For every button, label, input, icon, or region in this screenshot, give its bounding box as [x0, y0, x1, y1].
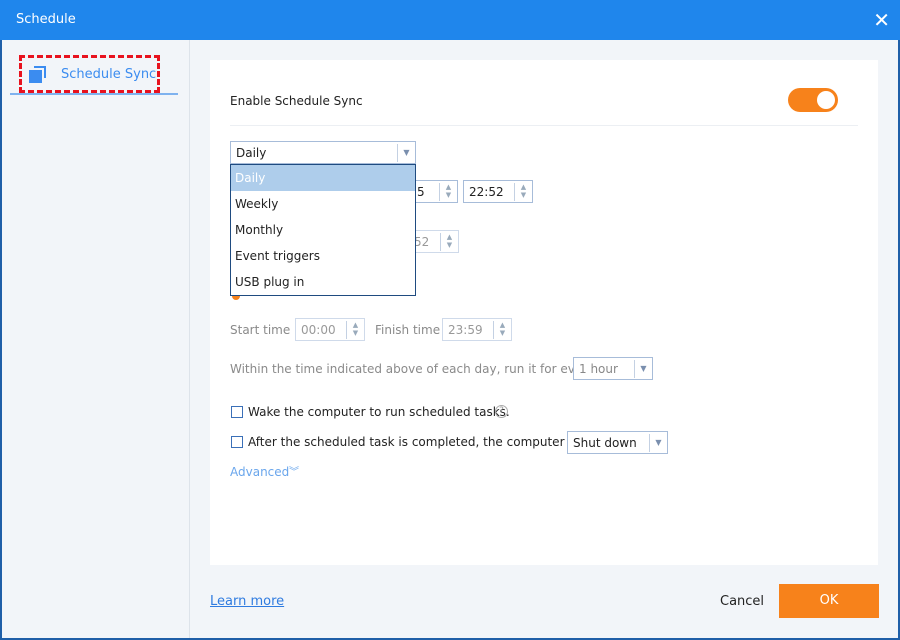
double-chevron-down-icon[interactable]: ︾ [289, 463, 299, 478]
close-icon[interactable]: ✕ [873, 8, 890, 32]
finish-time-field: 23:59 ▲ ▼ [442, 318, 512, 341]
frequency-select[interactable]: Daily ▼ [230, 141, 416, 164]
after-task-label: After the scheduled task is completed, t… [248, 435, 589, 449]
settings-panel [210, 60, 878, 565]
finish-time-label: Finish time [375, 323, 441, 337]
after-task-select[interactable]: Shut down ▼ [567, 431, 668, 454]
start-time-label: Start time [230, 323, 291, 337]
wake-label: Wake the computer to run scheduled tasks… [248, 405, 510, 419]
chevron-down-icon: ▼ [397, 144, 415, 162]
disabled-value: 52 [414, 235, 430, 249]
option-weekly[interactable]: Weekly [231, 191, 415, 217]
cancel-button[interactable]: Cancel [720, 594, 764, 609]
frequency-value: Daily [236, 146, 267, 160]
start-time-field: 00:00 ▲ ▼ [295, 318, 365, 341]
spinner-icon[interactable]: ▲ ▼ [439, 183, 457, 201]
finish-time-value: 23:59 [448, 323, 483, 337]
enable-label: Enable Schedule Sync [230, 94, 363, 108]
spinner-icon: ▲ ▼ [346, 321, 364, 339]
date-value: 5 [417, 185, 425, 199]
option-daily[interactable]: Daily [231, 165, 415, 191]
interval-select[interactable]: 1 hour ▼ [573, 357, 653, 380]
option-event-triggers[interactable]: Event triggers [231, 243, 415, 269]
spinner-icon[interactable]: ▲ ▼ [514, 183, 532, 201]
learn-more-link[interactable]: Learn more [210, 594, 284, 609]
sidebar [0, 40, 190, 640]
advanced-link[interactable]: Advanced [230, 465, 289, 479]
wake-checkbox[interactable] [231, 406, 243, 418]
time-value: 22:52 [469, 185, 504, 199]
help-icon[interactable]: ? [495, 405, 508, 418]
spinner-icon: ▲ ▼ [493, 321, 511, 339]
start-time-value: 00:00 [301, 323, 336, 337]
window-title: Schedule [16, 12, 76, 27]
chevron-down-icon: ▼ [634, 360, 652, 378]
sync-icon [29, 66, 46, 83]
option-monthly[interactable]: Monthly [231, 217, 415, 243]
option-usb-plug-in[interactable]: USB plug in [231, 269, 415, 295]
after-task-value: Shut down [573, 436, 637, 450]
sidebar-item-label: Schedule Sync [61, 67, 157, 82]
interval-value: 1 hour [579, 362, 618, 376]
interval-label: Within the time indicated above of each … [230, 362, 595, 376]
spinner-icon: ▲ ▼ [440, 233, 458, 251]
after-task-checkbox[interactable] [231, 436, 243, 448]
divider [230, 125, 858, 126]
time-field[interactable]: 22:52 ▲ ▼ [463, 180, 533, 203]
frequency-dropdown-list: Daily Weekly Monthly Event triggers USB … [230, 164, 416, 296]
chevron-down-icon: ▼ [649, 434, 667, 452]
ok-button[interactable]: OK [779, 584, 879, 618]
title-bar: Schedule ✕ [0, 0, 900, 40]
enable-toggle[interactable] [788, 88, 838, 112]
